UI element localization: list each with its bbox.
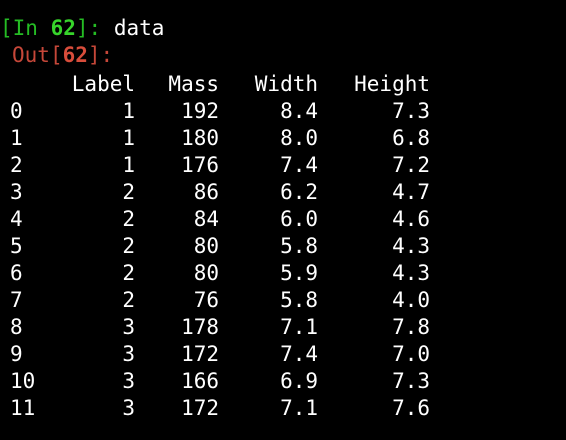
cell-label: 1: [122, 153, 135, 177]
output-prompt-line: Out[62]:: [0, 42, 113, 69]
cell-width: 7.4: [280, 342, 318, 366]
cell-mass: 80: [193, 234, 219, 258]
column-header-mass: Mass: [168, 72, 219, 96]
cell-mass: 192: [181, 99, 219, 123]
cell-mass: 180: [181, 126, 219, 150]
out-label: Out: [12, 43, 50, 67]
cell-height: 4.7: [392, 180, 430, 204]
table-row: 9 3 172 7.4 7.0: [0, 341, 566, 368]
input-prompt-line: [In 62]: data: [0, 15, 164, 42]
terminal-window[interactable]: [In 62]: data Out[62]: Label Mass Width …: [0, 0, 566, 440]
cell-mass: 172: [181, 342, 219, 366]
row-index: 0: [10, 99, 23, 123]
cell-height: 6.8: [392, 126, 430, 150]
cell-width: 5.8: [280, 288, 318, 312]
cell-label: 2: [122, 207, 135, 231]
cell-width: 7.1: [280, 315, 318, 339]
cell-mass: 76: [193, 288, 219, 312]
table-header-row: Label Mass Width Height: [0, 71, 566, 98]
cell-mass: 176: [181, 153, 219, 177]
dataframe-output: Label Mass Width Height 0 1 192 8.4 7.3 1 1 180…: [0, 71, 566, 422]
out-bracket-open: [: [49, 43, 63, 67]
out-bracket-close: ]:: [87, 43, 114, 67]
row-index: 1: [10, 126, 23, 150]
table-row: 1 1 180 8.0 6.8: [0, 125, 566, 152]
cell-width: 6.2: [280, 180, 318, 204]
row-index: 4: [10, 207, 23, 231]
in-bracket-open: [: [0, 16, 13, 40]
table-row: 6 2 80 5.9 4.3: [0, 260, 566, 287]
row-index: 2: [10, 153, 23, 177]
cell-label: 1: [122, 126, 135, 150]
out-number: 62: [62, 43, 88, 67]
cell-height: 4.0: [392, 288, 430, 312]
cell-mass: 178: [181, 315, 219, 339]
row-index: 6: [10, 261, 23, 285]
table-row: 2 1 176 7.4 7.2: [0, 152, 566, 179]
in-label: In: [12, 16, 51, 40]
cell-height: 7.0: [392, 342, 430, 366]
row-index: 5: [10, 234, 23, 258]
table-row: 8 3 178 7.1 7.8: [0, 314, 566, 341]
cell-mass: 84: [193, 207, 219, 231]
cell-label: 2: [122, 261, 135, 285]
row-index: 3: [10, 180, 23, 204]
cell-width: 6.0: [280, 207, 318, 231]
cell-height: 7.3: [392, 369, 430, 393]
row-index: 9: [10, 342, 23, 366]
cell-height: 7.3: [392, 99, 430, 123]
cell-mass: 80: [193, 261, 219, 285]
table-row: 4 2 84 6.0 4.6: [0, 206, 566, 233]
cell-label: 2: [122, 288, 135, 312]
cell-label: 1: [122, 99, 135, 123]
in-number: 62: [50, 16, 76, 40]
column-header-height: Height: [354, 72, 430, 96]
row-index: 7: [10, 288, 23, 312]
input-code: data: [113, 16, 165, 40]
cell-label: 3: [122, 315, 135, 339]
cell-label: 3: [122, 396, 135, 420]
table-row: 7 2 76 5.8 4.0: [0, 287, 566, 314]
cell-width: 7.1: [280, 396, 318, 420]
column-header-width: Width: [254, 72, 318, 96]
cell-mass: 86: [193, 180, 219, 204]
table-row: 10 3 166 6.9 7.3: [0, 368, 566, 395]
cell-mass: 166: [181, 369, 219, 393]
cell-label: 3: [122, 342, 135, 366]
cell-width: 5.8: [280, 234, 318, 258]
cell-label: 2: [122, 180, 135, 204]
cell-height: 4.3: [392, 234, 430, 258]
cell-height: 7.6: [392, 396, 430, 420]
cell-mass: 172: [181, 396, 219, 420]
cell-height: 4.6: [392, 207, 430, 231]
table-body: 0 1 192 8.4 7.3 1 1 180 8.0 6.8 2 1 176 7.4 7.2 3 2 86 6.2…: [0, 98, 566, 422]
row-index: 11: [10, 396, 36, 420]
cell-height: 7.8: [392, 315, 430, 339]
table-row: 0 1 192 8.4 7.3: [0, 98, 566, 125]
cell-label: 3: [122, 369, 135, 393]
cell-height: 7.2: [392, 153, 430, 177]
table-row: 3 2 86 6.2 4.7: [0, 179, 566, 206]
column-header-label: Label: [71, 72, 135, 96]
cell-height: 4.3: [392, 261, 430, 285]
row-index: 8: [10, 315, 23, 339]
cell-label: 2: [122, 234, 135, 258]
cell-width: 8.4: [280, 99, 318, 123]
in-bracket-close: ]:: [75, 16, 114, 40]
table-row: 11 3 172 7.1 7.6: [0, 395, 566, 422]
cell-width: 7.4: [280, 153, 318, 177]
row-index: 10: [10, 369, 36, 393]
cell-width: 5.9: [280, 261, 318, 285]
cell-width: 6.9: [280, 369, 318, 393]
table-row: 5 2 80 5.8 4.3: [0, 233, 566, 260]
cell-width: 8.0: [280, 126, 318, 150]
